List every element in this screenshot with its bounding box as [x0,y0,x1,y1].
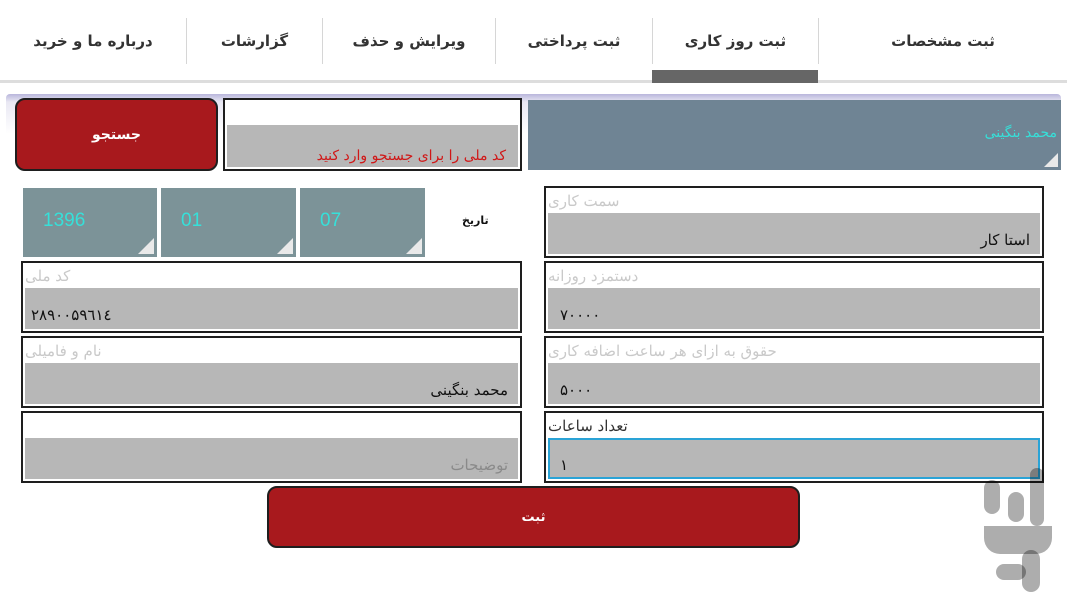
field-fill [548,363,1040,404]
day-spinner[interactable]: 07 [300,188,425,257]
national-id-field[interactable]: کد ملی ۲۸۹۰۰۵۹٦۱٤ [21,261,522,333]
tab-register-payment[interactable]: ثبت پرداختی [496,0,652,82]
national-id-label: کد ملی [25,267,71,285]
store-watermark-logo [984,468,1052,592]
full-name-label: نام و فامیلی [25,342,102,360]
submit-button[interactable]: ثبت [267,486,800,548]
tab-bar: درباره ما و خرید گزارشات ویرایش و حذف ثب… [0,0,1067,84]
year-value: 1396 [43,210,86,231]
search-input[interactable]: کد ملی را برای جستجو وارد کنید [223,98,522,171]
hours-field[interactable]: تعداد ساعات ۱ [544,411,1044,483]
field-fill [548,288,1040,329]
field-fill [25,438,518,479]
tab-register-details[interactable]: ثبت مشخصات [819,0,1067,82]
daily-wage-value: ۷۰۰۰۰ [560,306,601,324]
notes-placeholder: توضیحات [450,456,508,474]
full-name-field[interactable]: نام و فامیلی محمد بنگینی [21,336,522,408]
tab-reports[interactable]: گزارشات [187,0,322,82]
overtime-pay-label: حقوق به ازای هر ساعت اضافه کاری [548,342,777,360]
overtime-pay-value: ۵۰۰۰ [560,381,593,399]
year-spinner[interactable]: 1396 [23,188,157,257]
month-spinner[interactable]: 01 [161,188,296,257]
dropdown-corner-icon [1044,153,1058,167]
field-fill [548,438,1040,479]
hours-label: تعداد ساعات [548,417,628,435]
dropdown-corner-icon [138,238,154,254]
tab-edit-delete[interactable]: ویرایش و حذف [323,0,495,82]
month-value: 01 [181,210,203,231]
search-button[interactable]: جستجو [15,98,218,171]
tab-bar-divider [0,80,1067,83]
dropdown-corner-icon [277,238,293,254]
tab-about-and-purchase[interactable]: درباره ما و خرید [0,0,186,82]
day-value: 07 [320,210,342,231]
date-label: تاریخ [462,214,489,227]
full-name-value: محمد بنگینی [430,381,508,399]
hours-value: ۱ [560,456,569,474]
job-title-field[interactable]: سمت کاری استا کار [544,186,1044,258]
field-fill [548,213,1040,254]
dropdown-corner-icon [406,238,422,254]
user-selector[interactable]: محمد بنگینی [528,100,1061,170]
notes-field[interactable]: توضیحات [21,411,522,483]
selected-user-name: محمد بنگینی [984,125,1057,141]
search-placeholder: کد ملی را برای جستجو وارد کنید [316,148,506,164]
daily-wage-field[interactable]: دستمزد روزانه ۷۰۰۰۰ [544,261,1044,333]
job-title-label: سمت کاری [548,192,620,210]
selected-tab-indicator [652,70,818,83]
job-title-value: استا کار [980,231,1030,249]
national-id-value: ۲۸۹۰۰۵۹٦۱٤ [31,306,112,324]
overtime-pay-field[interactable]: حقوق به ازای هر ساعت اضافه کاری ۵۰۰۰ [544,336,1044,408]
daily-wage-label: دستمزد روزانه [548,267,639,285]
